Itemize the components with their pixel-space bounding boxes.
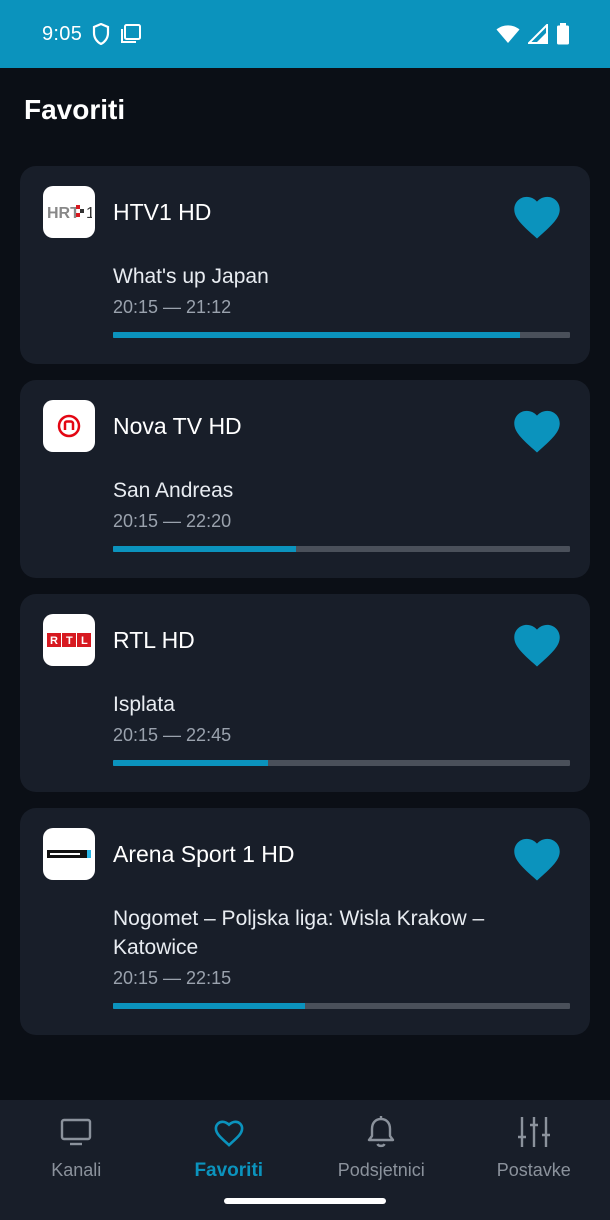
progress-fill: [113, 332, 520, 338]
nav-item-kanali[interactable]: Kanali: [0, 1100, 153, 1220]
program-title: Nogomet – Poljska liga: Wisla Krakow – K…: [113, 907, 485, 959]
arena-sport-logo: [43, 828, 95, 880]
shield-icon: [92, 23, 110, 45]
progress-bar: [113, 332, 570, 338]
heart-filled-icon: [514, 624, 560, 667]
program-title: What's up Japan: [113, 265, 269, 288]
favorite-card[interactable]: HRT 1 HTV1 HD What's up Japan 20:15 — 21…: [20, 166, 590, 364]
progress-bar: [113, 760, 570, 766]
status-time: 9:05: [42, 22, 83, 45]
program-time: 20:15 — 22:20: [113, 511, 232, 531]
favorite-card[interactable]: R T L RTL HD Isplata 20:15 — 22:45: [20, 594, 590, 792]
wifi-icon: [496, 24, 520, 44]
htv1-logo: HRT 1: [43, 186, 95, 238]
nav-label: Podsjetnici: [337, 1160, 425, 1180]
tv-icon: [60, 1112, 92, 1152]
favorite-card[interactable]: Nova TV HD San Andreas 20:15 — 22:20: [20, 380, 590, 578]
program-time: 20:15 — 22:45: [113, 725, 232, 745]
favorite-heart-button[interactable]: [508, 402, 566, 456]
heart-filled-icon: [514, 196, 560, 239]
page-title: Favoriti: [24, 94, 126, 125]
program-time: 20:15 — 22:15: [113, 968, 232, 988]
progress-fill: [113, 1003, 305, 1009]
progress-fill: [113, 760, 269, 766]
svg-text:R: R: [50, 635, 58, 647]
channel-name: RTL HD: [113, 627, 195, 653]
heart-filled-icon: [514, 410, 560, 453]
nav-label: Postavke: [496, 1160, 571, 1180]
svg-text:HRT: HRT: [47, 205, 80, 222]
favorite-heart-button[interactable]: [508, 188, 566, 242]
svg-text:1: 1: [86, 205, 92, 222]
channel-name: Arena Sport 1 HD: [113, 841, 295, 867]
channel-name: HTV1 HD: [113, 199, 212, 225]
status-bar-left: 9:05: [42, 23, 142, 46]
progress-fill: [113, 546, 296, 552]
status-bar: 9:05: [0, 0, 610, 68]
program-title: Isplata: [113, 693, 175, 716]
progress-bar: [113, 1003, 570, 1009]
nav-label: Favoriti: [194, 1160, 264, 1181]
nova-tv-logo: [43, 400, 95, 452]
program-time: 20:15 — 21:12: [113, 297, 232, 317]
clipboard-icon: [120, 24, 142, 44]
favorite-heart-button[interactable]: [508, 830, 566, 884]
favorite-card[interactable]: Arena Sport 1 HD Nogomet – Poljska liga:…: [20, 808, 590, 1035]
favorites-list: HRT 1 HTV1 HD What's up Japan 20:15 — 21…: [20, 166, 590, 1051]
svg-text:T: T: [66, 635, 73, 647]
heart-filled-icon: [514, 838, 560, 881]
status-bar-right: [496, 23, 570, 45]
rtl-logo: R T L: [43, 614, 95, 666]
nav-item-postavke[interactable]: Postavke: [458, 1100, 610, 1220]
battery-icon: [556, 23, 570, 45]
heart-icon: [211, 1112, 247, 1152]
nav-label: Kanali: [51, 1160, 102, 1180]
program-title: San Andreas: [113, 479, 234, 502]
progress-bar: [113, 546, 570, 552]
bell-icon: [366, 1112, 396, 1152]
favorite-heart-button[interactable]: [508, 616, 566, 670]
sliders-icon: [516, 1112, 552, 1152]
svg-text:L: L: [81, 635, 88, 647]
home-indicator[interactable]: [224, 1198, 386, 1204]
channel-name: Nova TV HD: [113, 413, 242, 439]
signal-icon: [528, 24, 548, 44]
